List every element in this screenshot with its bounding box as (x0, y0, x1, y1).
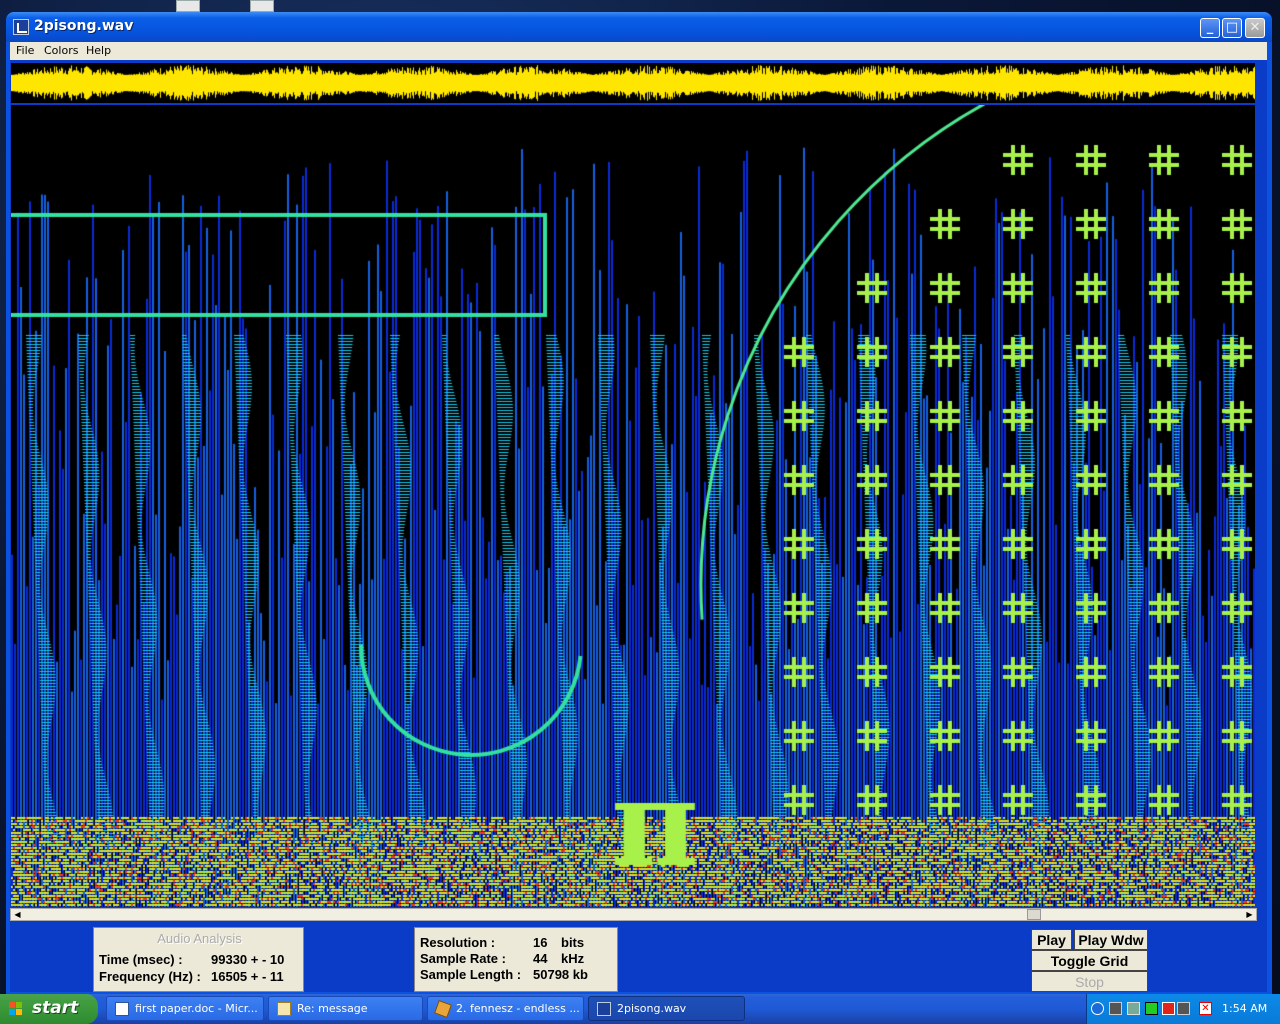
app-icon (597, 1002, 611, 1016)
task-label: 2. fennesz - endless ... (456, 1002, 580, 1015)
scroll-right-arrow-icon[interactable]: ▶ (1244, 910, 1255, 920)
menu-bar: File Colors Help (10, 42, 1267, 60)
menu-colors[interactable]: Colors (44, 44, 78, 57)
app-icon[interactable] (13, 19, 29, 35)
zonealarm-icon[interactable] (1162, 1002, 1175, 1015)
app-window: 2pisong.wav _ □ ✕ File Colors Help ◀ ▶ A… (6, 12, 1272, 994)
play-button[interactable]: Play (1031, 929, 1072, 950)
time-label: Time (msec) : (99, 952, 183, 967)
window-title: 2pisong.wav (34, 18, 134, 34)
task-label: 2pisong.wav (617, 1002, 687, 1015)
file-info-panel: Resolution : 16 bits Sample Rate : 44 kH… (414, 927, 618, 992)
play-window-button[interactable]: Play Wdw (1074, 929, 1148, 950)
sample-rate-label: Sample Rate : (420, 951, 506, 966)
winamp-icon (434, 1000, 452, 1018)
start-label: start (32, 998, 79, 1018)
usb-icon[interactable] (1127, 1002, 1140, 1015)
sample-length-value: 50798 kb (533, 967, 588, 982)
speaker-icon[interactable] (1177, 1002, 1190, 1015)
monitor-icon[interactable] (1145, 1002, 1158, 1015)
start-button[interactable]: start (0, 994, 98, 1024)
spectrogram-display[interactable] (11, 105, 1255, 907)
desktop-icon[interactable] (250, 0, 274, 12)
word-icon (115, 1002, 129, 1016)
frequency-value: 16505 + - 11 (211, 969, 284, 984)
resolution-label: Resolution : (420, 935, 496, 950)
show-hidden-icons-icon[interactable] (1091, 1002, 1104, 1015)
title-bar[interactable]: 2pisong.wav _ □ ✕ (6, 12, 1272, 42)
network-icon[interactable] (1109, 1002, 1122, 1015)
waveform-display[interactable] (11, 63, 1255, 103)
taskbar-item-2pisong[interactable]: 2pisong.wav (588, 996, 745, 1021)
sample-rate-value: 44 (533, 951, 548, 966)
scroll-thumb[interactable] (1027, 909, 1041, 920)
clock: 1:54 AM (1222, 1002, 1268, 1015)
client-area: ◀ ▶ Audio Analysis Time (msec) : 99330 +… (10, 60, 1267, 992)
resolution-unit: bits (561, 935, 585, 950)
panel-title: Audio Analysis (157, 931, 242, 946)
desktop-icon[interactable] (176, 0, 200, 12)
sample-length-label: Sample Length : (420, 967, 522, 982)
task-label: first paper.doc - Micr... (135, 1002, 258, 1015)
windows-logo-icon (9, 1002, 22, 1015)
resolution-value: 16 (533, 935, 548, 950)
close-button[interactable]: ✕ (1245, 18, 1265, 38)
menu-help[interactable]: Help (86, 44, 111, 57)
taskbar-item-mail[interactable]: Re: message (268, 996, 423, 1021)
task-label: Re: message (297, 1002, 368, 1015)
taskbar-item-winamp[interactable]: 2. fennesz - endless ... (427, 996, 584, 1021)
vertical-edge (1256, 105, 1267, 908)
frequency-label: Frequency (Hz) : (99, 969, 201, 984)
scroll-left-arrow-icon[interactable]: ◀ (12, 910, 23, 920)
taskbar-item-word[interactable]: first paper.doc - Micr... (106, 996, 264, 1021)
minimize-button[interactable]: _ (1200, 18, 1220, 38)
audio-analysis-panel: Audio Analysis Time (msec) : 99330 + - 1… (93, 927, 304, 992)
mail-icon (277, 1002, 291, 1016)
taskbar: start first paper.doc - Micr... Re: mess… (0, 994, 1280, 1024)
menu-file[interactable]: File (16, 44, 34, 57)
alert-icon[interactable]: ✕ (1199, 1002, 1212, 1015)
toggle-grid-button[interactable]: Toggle Grid (1031, 950, 1148, 971)
maximize-button[interactable]: □ (1222, 18, 1242, 38)
time-value: 99330 + - 10 (211, 952, 285, 967)
horizontal-scrollbar[interactable]: ◀ ▶ (10, 908, 1257, 921)
sample-rate-unit: kHz (561, 951, 585, 966)
stop-button[interactable]: Stop (1031, 971, 1148, 992)
